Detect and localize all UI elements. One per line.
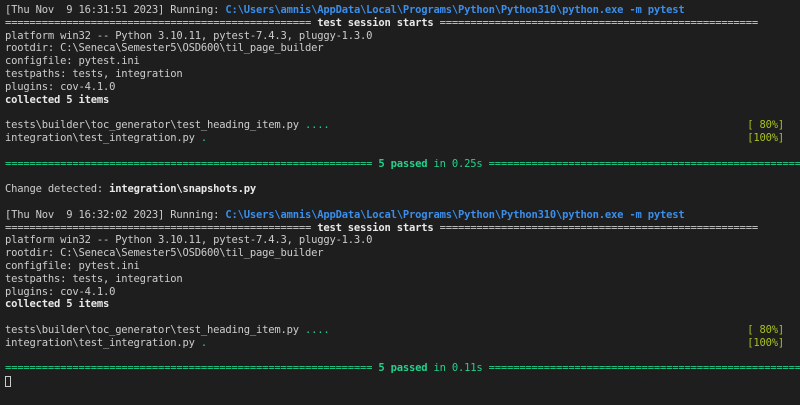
banner-separator-left: ========================================… (5, 221, 318, 234)
rootdir-line: rootdir: C:\Seneca\Semester5\OSD600\til_… (5, 247, 324, 260)
collected-line: collected 5 items (5, 93, 110, 106)
test-percent: [ 80%] (747, 323, 784, 336)
plugins-line: plugins: cov-4.1.0 (5, 80, 116, 93)
test-file-path: tests\builder\toc_generator\test_heading… (5, 323, 305, 336)
test-file-row: integration\test_integration.py . [100%] (5, 337, 800, 350)
session-title: test session starts (317, 221, 434, 234)
result-separator-right: ========================================… (488, 157, 800, 170)
prompt-line[interactable] (5, 375, 800, 388)
run-header: [Thu Nov 9 16:32:02 2023] Running: C:\Us… (5, 209, 800, 222)
change-detected-line: Change detected: integration\snapshots.p… (5, 183, 800, 196)
change-detected-label: Change detected: (5, 183, 110, 196)
change-detected-file: integration\snapshots.py (109, 183, 256, 196)
test-dots: . (200, 336, 208, 349)
rootdir-line: rootdir: C:\Seneca\Semester5\OSD600\til_… (5, 42, 324, 55)
result-banner: ========================================… (5, 158, 800, 171)
session-start-banner: ========================================… (5, 17, 800, 30)
platform-line: platform win32 -- Python 3.10.11, pytest… (5, 29, 373, 42)
plugins-line: plugins: cov-4.1.0 (5, 285, 116, 298)
result-duration: in 0.25s (427, 157, 489, 170)
test-file-path: integration\test_integration.py (5, 336, 201, 349)
result-banner: ========================================… (5, 362, 800, 375)
session-start-banner: ========================================… (5, 222, 800, 235)
test-file-path: integration\test_integration.py (5, 131, 201, 144)
run-header-prefix: [Thu Nov 9 16:32:02 2023] Running: (5, 208, 226, 221)
test-file-row: tests\builder\toc_generator\test_heading… (5, 119, 800, 132)
test-percent: [100%] (747, 336, 784, 349)
test-percent: [100%] (747, 131, 784, 144)
test-file-row: integration\test_integration.py . [100%] (5, 132, 800, 145)
configfile-line: configfile: pytest.ini (5, 55, 140, 68)
collected-line: collected 5 items (5, 298, 110, 311)
testpaths-line: testpaths: tests, integration (5, 67, 183, 80)
configfile-line: configfile: pytest.ini (5, 259, 140, 272)
testpaths-line: testpaths: tests, integration (5, 272, 183, 285)
run-command: C:\Users\amnis\AppData\Local\Programs\Py… (225, 4, 685, 16)
session-title: test session starts (317, 16, 434, 29)
result-separator-left: ========================================… (5, 362, 379, 375)
banner-separator-left: ========================================… (5, 16, 318, 29)
cursor-block (5, 375, 11, 387)
run-command: C:\Users\amnis\AppData\Local\Programs\Py… (225, 208, 685, 221)
test-dots: .... (304, 119, 330, 132)
banner-separator-right: ========================================… (433, 16, 759, 29)
passed-count: 5 passed (378, 157, 428, 170)
test-percent: [ 80%] (747, 119, 784, 132)
banner-separator-right: ========================================… (433, 221, 759, 234)
result-duration: in 0.11s (427, 362, 489, 375)
result-separator-right: ========================================… (488, 362, 800, 375)
terminal-window[interactable]: [Thu Nov 9 16:31:51 2023] Running: C:\Us… (0, 0, 800, 405)
platform-line: platform win32 -- Python 3.10.11, pytest… (5, 234, 373, 247)
run-header: [Thu Nov 9 16:31:51 2023] Running: C:\Us… (5, 4, 800, 17)
test-dots: .... (304, 323, 330, 336)
passed-count: 5 passed (378, 362, 428, 375)
test-file-row: tests\builder\toc_generator\test_heading… (5, 324, 800, 337)
result-separator-left: ========================================… (5, 157, 379, 170)
test-file-path: tests\builder\toc_generator\test_heading… (5, 119, 305, 132)
test-dots: . (200, 131, 208, 144)
run-header-prefix: [Thu Nov 9 16:31:51 2023] Running: (5, 4, 226, 16)
